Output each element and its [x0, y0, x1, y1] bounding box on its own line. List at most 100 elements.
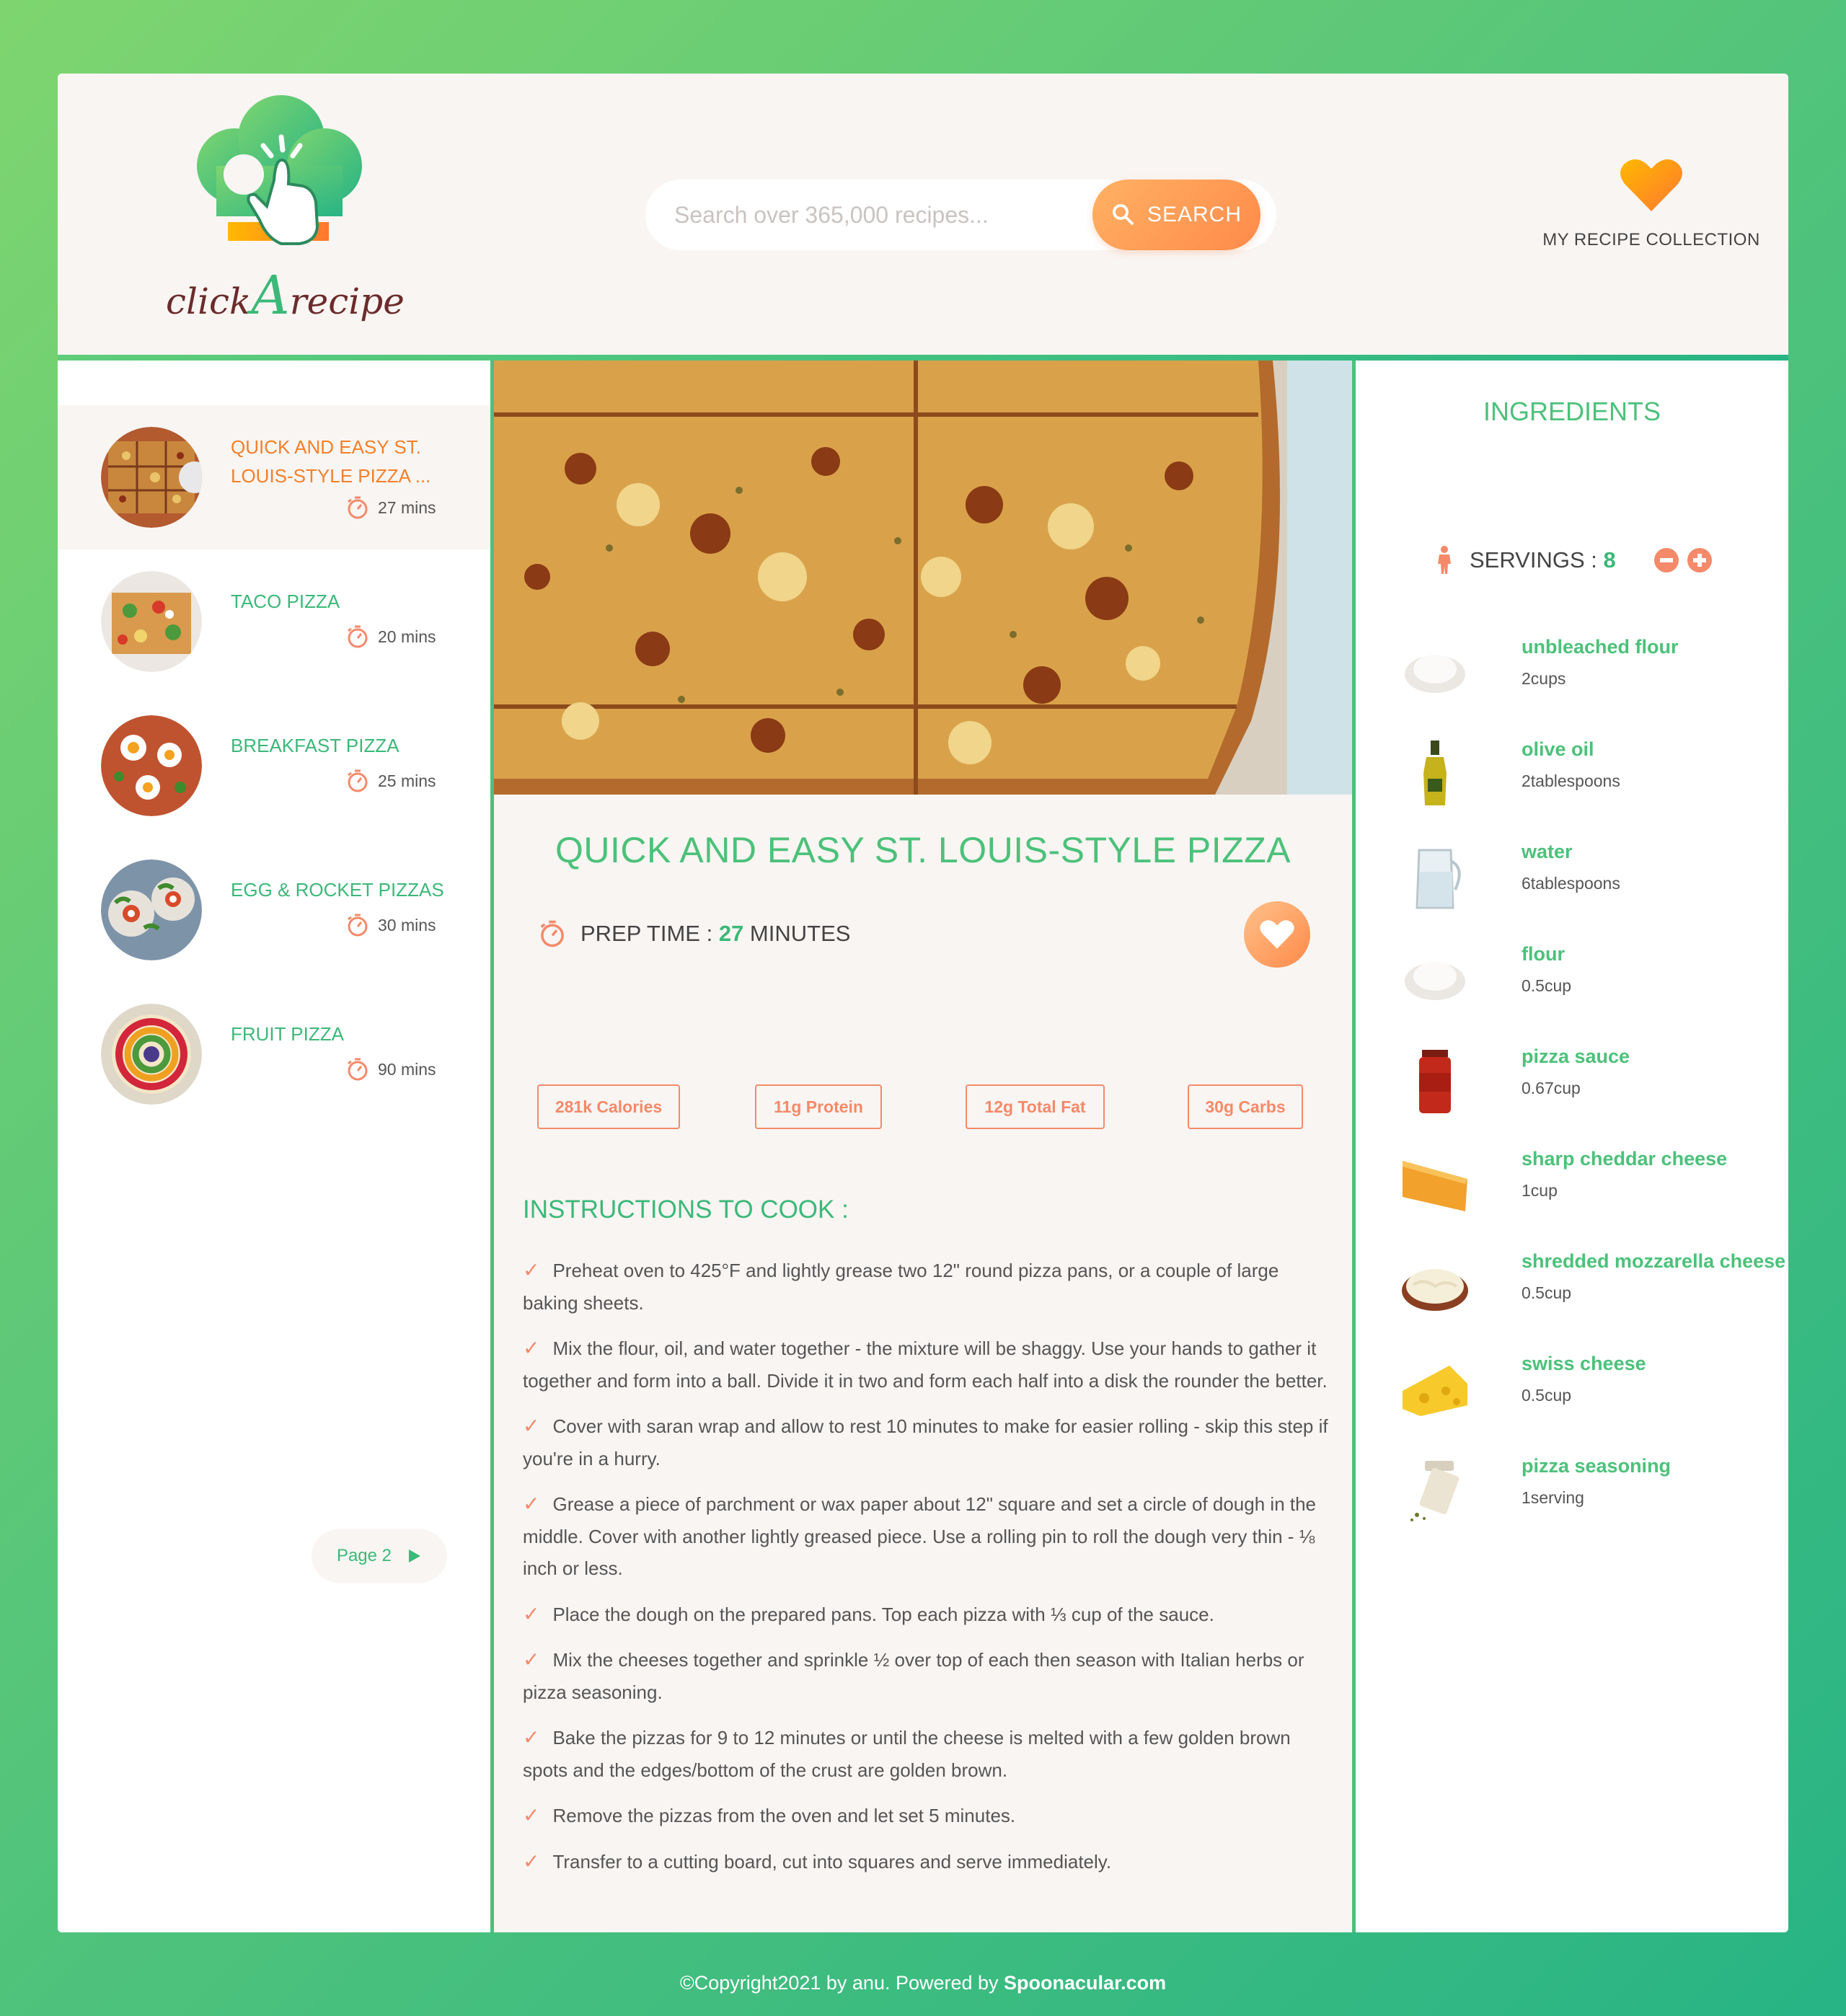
- ingredient-name: shredded mozzarella cheese: [1522, 1250, 1786, 1272]
- check-icon: ✓: [523, 1849, 540, 1873]
- instruction-step: ✓ Remove the pizzas from the oven and let…: [523, 1800, 1330, 1832]
- next-page-button[interactable]: Page 2: [312, 1529, 447, 1583]
- recipe-image: [494, 361, 1352, 795]
- recipe-collection[interactable]: MY RECIPE COLLECTION: [1536, 156, 1767, 272]
- check-icon: ✓: [523, 1259, 540, 1281]
- result-item[interactable]: QUICK AND EASY ST. LOUIS-STYLE PIZZA ...…: [58, 405, 490, 549]
- timer-icon: [348, 625, 368, 648]
- ingredient-image: [1403, 1161, 1467, 1211]
- result-title: TACO PIZZA: [231, 591, 340, 612]
- nutrition-protein: 11g Protein: [755, 1084, 882, 1129]
- ingredient-name: flour: [1522, 943, 1565, 965]
- instruction-step: ✓ Grease a piece of parchment or wax pape…: [523, 1488, 1330, 1585]
- person-icon: [1438, 546, 1451, 574]
- instruction-step: ✓ Place the dough on the prepared pans. T…: [523, 1599, 1330, 1631]
- result-item[interactable]: TACO PIZZA 20 mins: [58, 549, 490, 694]
- ingredient-item: pizza seasoning 1serving: [1356, 1446, 1788, 1533]
- check-icon: ✓: [523, 1493, 540, 1515]
- nutrition-carbs: 30g Carbs: [1188, 1084, 1303, 1129]
- ingredient-image: [1419, 1050, 1451, 1113]
- check-icon: ✓: [523, 1726, 540, 1748]
- ingredient-image: [1402, 1269, 1468, 1311]
- result-thumbnail: [101, 715, 202, 816]
- ingredient-item: shredded mozzarella cheese 0.5cup: [1356, 1242, 1788, 1328]
- add-to-favorites-button[interactable]: [1244, 901, 1310, 968]
- result-thumbnail: [101, 859, 202, 960]
- check-icon: ✓: [523, 1602, 540, 1625]
- search-icon: [1112, 204, 1134, 225]
- app-container: clickArecipe SEARCH MY RECI: [58, 74, 1788, 1932]
- result-item[interactable]: FRUIT PIZZA 90 mins: [58, 982, 490, 1126]
- ingredient-name: pizza seasoning: [1522, 1455, 1671, 1477]
- ingredient-name: swiss cheese: [1522, 1353, 1646, 1374]
- recipe-panel: QUICK AND EASY ST. LOUIS-STYLE PIZZA PRE…: [494, 361, 1352, 1932]
- ingredient-amount: 2cups: [1522, 669, 1566, 688]
- ingredient-image: [1416, 849, 1461, 909]
- instruction-step: ✓ Cover with saran wrap and allow to rest…: [523, 1410, 1330, 1475]
- ingredient-amount: 0.5cup: [1522, 1283, 1572, 1302]
- plus-circle-icon[interactable]: [1687, 547, 1713, 573]
- servings-count: 8: [1603, 547, 1616, 572]
- timer-icon: [540, 920, 564, 947]
- result-title: QUICK AND EASY ST. LOUIS-STYLE PIZZA ...: [231, 436, 431, 487]
- servings: SERVINGS : 8: [1435, 542, 1713, 578]
- timer-icon: [348, 1058, 368, 1081]
- ingredient-amount: 0.5cup: [1522, 1386, 1572, 1405]
- ingredient-item: sharp cheddar cheese 1cup: [1356, 1139, 1788, 1226]
- play-arrow-icon: [409, 1549, 421, 1562]
- ingredient-item: flour 0.5cup: [1356, 934, 1788, 1021]
- prep-time: PREP TIME : 27 MINUTES: [539, 916, 850, 952]
- check-icon: ✓: [523, 1648, 540, 1671]
- timer-icon: [348, 496, 368, 519]
- ingredient-name: pizza sauce: [1522, 1045, 1630, 1067]
- result-title: FRUIT PIZZA: [231, 1023, 344, 1045]
- search-button-label: SEARCH: [1147, 203, 1242, 226]
- check-icon: ✓: [523, 1804, 540, 1826]
- result-thumbnail: [101, 1004, 202, 1105]
- ingredient-item: unbleached flour 2cups: [1356, 627, 1788, 714]
- ingredient-name: unbleached flour: [1522, 636, 1679, 658]
- results-sidebar: QUICK AND EASY ST. LOUIS-STYLE PIZZA ...…: [58, 361, 490, 1932]
- result-time: 27 mins: [346, 493, 483, 522]
- ingredient-amount: 2tablespoons: [1522, 772, 1620, 790]
- heart-icon: [1260, 920, 1294, 949]
- ingredient-name: olive oil: [1522, 738, 1594, 760]
- ingredient-item: swiss cheese 0.5cup: [1356, 1344, 1788, 1431]
- instructions-title: INSTRUCTIONS TO COOK :: [523, 1195, 849, 1224]
- ingredient-amount: 0.5cup: [1522, 976, 1572, 995]
- footer-link[interactable]: Spoonacular.com: [1004, 1972, 1166, 1994]
- nutrition-calories: 281k Calories: [537, 1084, 680, 1129]
- search-input[interactable]: [645, 180, 1107, 250]
- ingredient-amount: 6tablespoons: [1522, 874, 1620, 893]
- ingredients-panel: INGREDIENTS SERVINGS : 8 unbleached flou…: [1356, 361, 1788, 1932]
- ingredient-amount: 1serving: [1522, 1488, 1584, 1507]
- header: clickArecipe SEARCH MY RECI: [58, 74, 1788, 355]
- search-button[interactable]: SEARCH: [1092, 180, 1260, 250]
- result-thumbnail: [101, 571, 202, 672]
- nutrition-fat: 12g Total Fat: [966, 1084, 1105, 1129]
- prep-minutes: 27: [718, 921, 744, 946]
- result-time: 20 mins: [346, 622, 483, 651]
- result-item[interactable]: BREAKFAST PIZZA 25 mins: [58, 694, 490, 838]
- recipe-title: QUICK AND EASY ST. LOUIS-STYLE PIZZA: [555, 830, 1291, 870]
- result-time: 30 mins: [346, 911, 483, 940]
- ingredients-title: INGREDIENTS: [1483, 397, 1661, 426]
- header-divider: [58, 355, 1788, 361]
- prep-label: PREP TIME :: [580, 921, 713, 946]
- check-icon: ✓: [523, 1337, 540, 1359]
- servings-label: SERVINGS :: [1470, 547, 1597, 572]
- search-form: SEARCH: [645, 180, 1276, 250]
- timer-icon: [348, 914, 368, 937]
- logo-text: clickArecipe: [166, 265, 405, 327]
- ingredient-image: [1423, 740, 1447, 805]
- footer-text: ©Copyright2021 by anu. Powered by: [679, 1972, 1004, 1994]
- ingredient-item: olive oil 2tablespoons: [1356, 730, 1788, 816]
- check-icon: ✓: [523, 1415, 540, 1437]
- minus-circle-icon[interactable]: [1653, 547, 1679, 573]
- result-title: EGG & ROCKET PIZZAS: [231, 879, 444, 901]
- ingredient-name: sharp cheddar cheese: [1522, 1148, 1728, 1170]
- result-thumbnail: [101, 427, 202, 528]
- result-item[interactable]: EGG & ROCKET PIZZAS 30 mins: [58, 838, 490, 982]
- timer-icon: [348, 769, 368, 792]
- instruction-step: ✓ Preheat oven to 425°F and lightly greas…: [523, 1255, 1330, 1319]
